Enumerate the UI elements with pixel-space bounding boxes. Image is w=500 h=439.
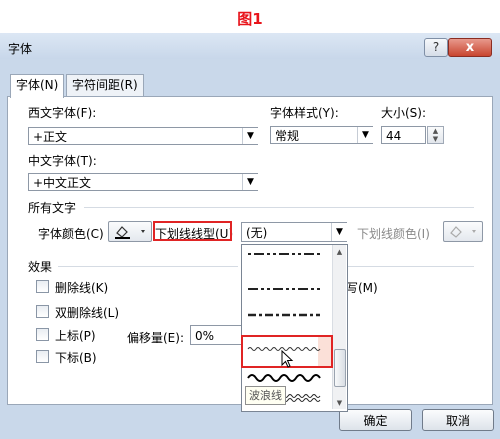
paint-bucket-icon (115, 226, 145, 239)
scroll-down-icon[interactable]: ▼ (333, 399, 346, 407)
offset-input[interactable]: 0% (190, 325, 242, 345)
font-style-value: 常规 (275, 129, 300, 143)
figure-title: 图1 (237, 10, 263, 28)
underline-color-label: 下划线颜色(I) (357, 227, 430, 241)
tooltip: 波浪线 (245, 386, 286, 405)
divider (348, 266, 474, 267)
font-style-dropdown-icon[interactable]: ▼ (357, 127, 373, 143)
close-button[interactable]: x (448, 38, 492, 57)
underline-color-button[interactable] (443, 221, 483, 242)
western-font-input[interactable]: +正文 (28, 127, 258, 145)
cancel-button[interactable]: 取消 (422, 409, 494, 431)
strikethrough-label: 删除线(K) (55, 281, 109, 295)
chinese-font-label: 中文字体(T): (28, 154, 97, 168)
help-button[interactable]: ? (424, 38, 448, 57)
scroll-up-icon[interactable]: ▲ (333, 248, 346, 256)
scroll-thumb[interactable] (334, 349, 346, 387)
size-spinner-icon[interactable]: ▲ ▼ (427, 126, 444, 144)
tab-font[interactable]: 字体(N) (10, 74, 65, 98)
superscript-checkbox[interactable] (36, 328, 49, 341)
underline-type-highlight (153, 221, 232, 241)
western-font-dropdown-icon[interactable]: ▼ (242, 128, 258, 144)
divider (84, 207, 474, 208)
offset-value: 0% (195, 329, 215, 343)
font-color-label: 字体颜色(C) (38, 227, 104, 241)
font-color-button[interactable] (108, 221, 152, 242)
font-style-label: 字体样式(Y): (270, 106, 339, 120)
western-font-label: 西文字体(F): (28, 106, 97, 120)
mouse-cursor-icon (281, 350, 294, 368)
tab-character-spacing[interactable]: 字符间距(R) (66, 74, 144, 97)
dropdown-scrollbar[interactable]: ▲ ▼ (332, 245, 346, 409)
paint-bucket-disabled-icon (450, 226, 476, 238)
size-value: 44 (386, 129, 402, 143)
ok-button[interactable]: 确定 (339, 409, 412, 431)
chinese-font-value: +中文正文 (33, 176, 92, 190)
window-title: 字体 (8, 42, 33, 56)
underline-type-value: (无) (246, 226, 268, 240)
divider (58, 266, 238, 267)
effects-section-title: 效果 (28, 260, 53, 274)
double-strikethrough-checkbox[interactable] (36, 305, 49, 318)
size-label: 大小(S): (381, 106, 427, 120)
size-input[interactable]: 44 (381, 126, 426, 144)
offset-label: 偏移量(E): (127, 331, 184, 345)
chinese-font-dropdown-icon[interactable]: ▼ (242, 174, 258, 190)
double-strikethrough-label: 双删除线(L) (55, 306, 120, 320)
small-caps-partial-label: 写(M) (346, 281, 378, 295)
superscript-label: 上标(P) (55, 329, 96, 343)
strikethrough-checkbox[interactable] (36, 280, 49, 293)
underline-type-dropdown-icon[interactable]: ▼ (331, 223, 347, 241)
all-text-section-title: 所有文字 (28, 201, 77, 215)
list-item[interactable] (247, 374, 321, 382)
chinese-font-input[interactable]: +中文正文 (28, 173, 258, 191)
western-font-value: +正文 (33, 130, 68, 144)
subscript-checkbox[interactable] (36, 350, 49, 363)
underline-options (247, 253, 321, 402)
subscript-label: 下标(B) (55, 351, 97, 365)
